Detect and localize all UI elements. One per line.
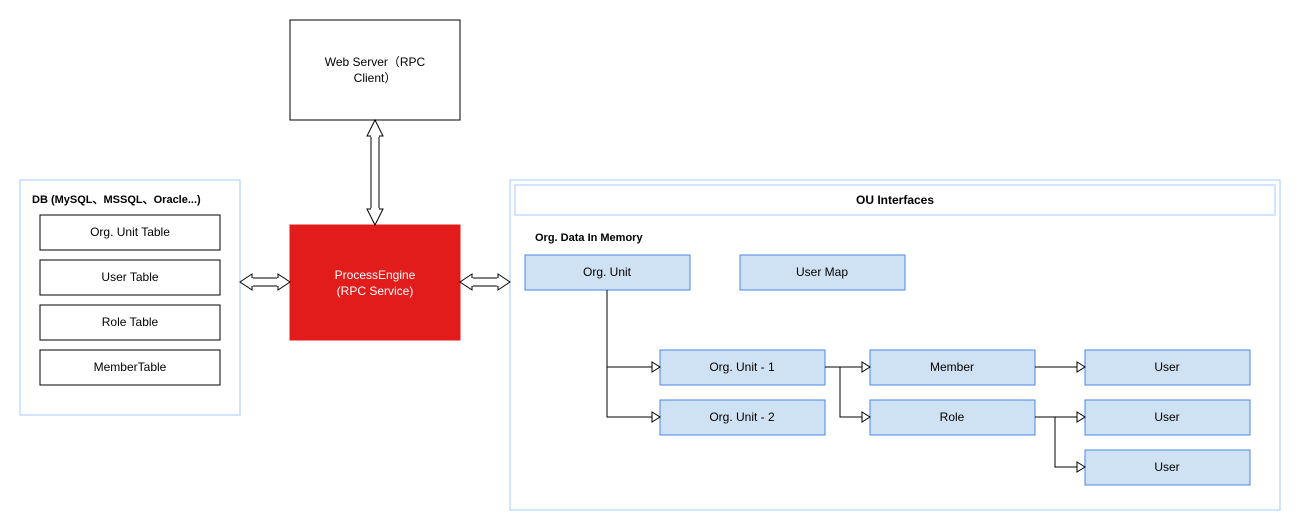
org-unit-box: Org. Unit [525,255,690,290]
user-2-label: User [1154,460,1179,474]
member-box: Member [870,350,1035,385]
ou-interfaces-title: OU Interfaces [856,193,934,207]
db-table-0: Org. Unit Table [40,215,220,250]
role-label: Role [940,410,965,424]
user-map-box: User Map [740,255,905,290]
org-unit-1-label: Org. Unit - 1 [709,360,775,374]
db-panel-title: DB (MySQL、MSSQL、Oracle...) [32,194,201,206]
role-box: Role [870,400,1035,435]
arrow-web-to-engine [367,120,383,225]
member-label: Member [930,360,974,374]
db-table-3: MemberTable [40,350,220,385]
process-engine-label-1: ProcessEngine [335,268,416,282]
ou-subtitle: Org. Data In Memory [535,232,643,244]
user-1-label: User [1154,410,1179,424]
db-table-3-label: MemberTable [94,360,167,374]
arrow-engine-to-ou [460,274,510,290]
web-server-box: Web Server（RPC Client） [290,20,460,120]
org-unit-label: Org. Unit [583,265,632,279]
user-box-2: User [1085,450,1250,485]
web-server-label-1: Web Server（RPC [325,55,426,69]
user-box-1: User [1085,400,1250,435]
db-table-2-label: Role Table [102,315,159,329]
web-server-label-2: Client） [354,71,397,85]
db-table-2: Role Table [40,305,220,340]
ou-interfaces-panel: OU Interfaces Org. Data In Memory Org. U… [510,180,1280,510]
db-table-0-label: Org. Unit Table [90,225,170,239]
process-engine-box: ProcessEngine (RPC Service) [290,225,460,340]
db-panel: DB (MySQL、MSSQL、Oracle...) Org. Unit Tab… [20,180,240,415]
process-engine-label-2: (RPC Service) [337,284,414,298]
user-map-label: User Map [796,265,848,279]
arrow-db-to-engine [240,274,290,290]
db-table-1: User Table [40,260,220,295]
db-table-1-label: User Table [101,270,158,284]
org-unit-1-box: Org. Unit - 1 [660,350,825,385]
user-0-label: User [1154,360,1179,374]
org-unit-2-box: Org. Unit - 2 [660,400,825,435]
user-box-0: User [1085,350,1250,385]
org-unit-2-label: Org. Unit - 2 [709,410,775,424]
